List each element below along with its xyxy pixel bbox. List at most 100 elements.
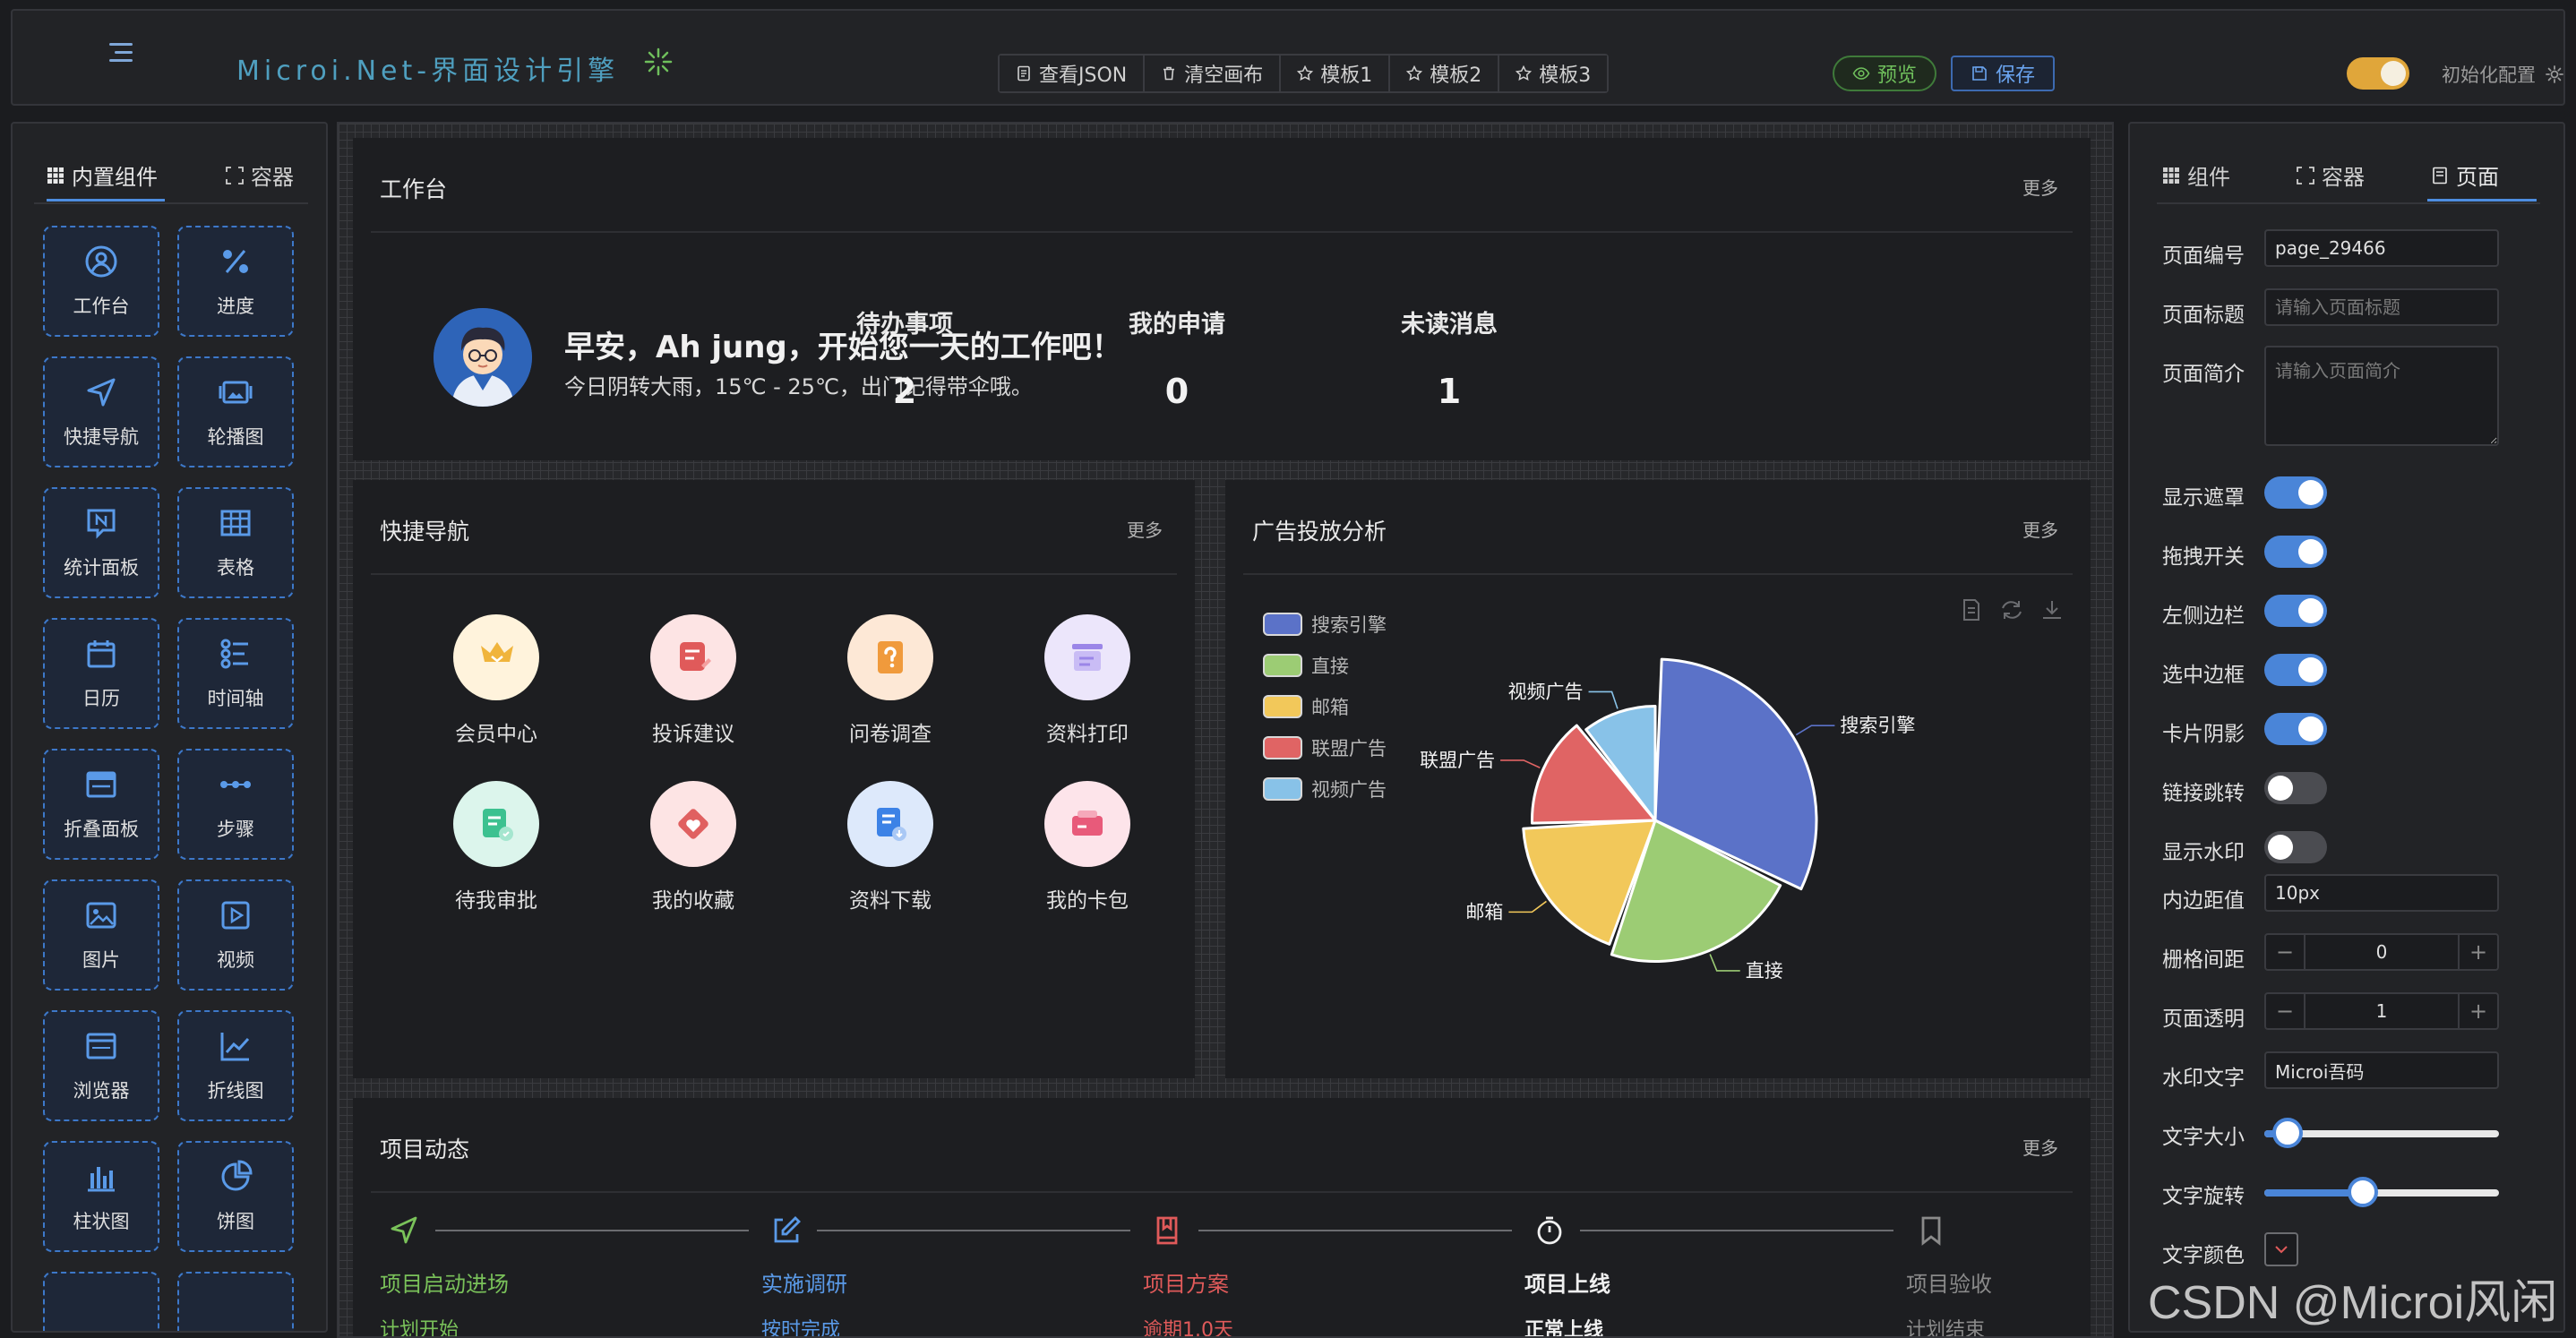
component-label: 表格 bbox=[217, 557, 254, 579]
ad-analysis-more-link[interactable]: 更多 bbox=[2022, 516, 2058, 542]
page-id-input[interactable] bbox=[2264, 229, 2499, 267]
component-table[interactable]: 表格 bbox=[177, 487, 294, 598]
ad-analysis-card[interactable]: 广告投放分析 更多 搜索引擎 直接 邮箱 联盟广告 视频广告 搜索引擎 直接 邮箱 联盟广告 视… bbox=[1225, 480, 2091, 1078]
component-calendar[interactable]: 日历 bbox=[43, 618, 159, 729]
project-step[interactable]: 项目启动进场 计划开始 bbox=[380, 1266, 509, 1338]
tab-container[interactable]: 容器 bbox=[2297, 159, 2365, 191]
template2-button[interactable]: 模板2 bbox=[1390, 56, 1500, 91]
increment-button[interactable]: + bbox=[2458, 935, 2497, 969]
quick-nav-more-link[interactable]: 更多 bbox=[1127, 516, 1163, 542]
grid-gap-value[interactable]: 0 bbox=[2306, 941, 2458, 963]
pie-chart[interactable]: 搜索引擎直接 邮箱 联盟广告 视频广告 bbox=[1225, 596, 2091, 1062]
component-line-chart[interactable]: 折线图 bbox=[177, 1010, 294, 1121]
padding-input[interactable] bbox=[2264, 874, 2499, 912]
quick-nav-card[interactable]: 快捷导航 更多 会员中心 投诉建议 问卷调查 资料打印 待我审批 我的收藏 资料下载 我的卡包 bbox=[353, 480, 1195, 1078]
theme-toggle[interactable] bbox=[2347, 57, 2409, 90]
component-steps[interactable]: 步骤 bbox=[177, 749, 294, 860]
project-step[interactable]: 项目上线 正常上线 bbox=[1524, 1266, 1610, 1338]
page-icon bbox=[2433, 167, 2447, 184]
component-browser[interactable]: 浏览器 bbox=[43, 1010, 159, 1121]
toggle-switch[interactable] bbox=[2264, 772, 2327, 804]
workbench-card[interactable]: 工作台 更多 早安，Ah jung，开始您一天的工作吧！ 今日阴转大雨，15℃ … bbox=[353, 138, 2091, 460]
slider-thumb[interactable] bbox=[2348, 1177, 2379, 1207]
component-image[interactable]: 图片 bbox=[43, 879, 159, 991]
stat-my-applications[interactable]: 我的申请 0 bbox=[1078, 304, 1275, 411]
component-video[interactable]: 视频 bbox=[177, 879, 294, 991]
template3-button[interactable]: 模板3 bbox=[1499, 56, 1608, 91]
component-collapse[interactable]: 折叠面板 bbox=[43, 749, 159, 860]
component-user-circle[interactable]: 工作台 bbox=[43, 226, 159, 337]
project-more-link[interactable]: 更多 bbox=[2022, 1134, 2058, 1160]
template3-label: 模板3 bbox=[1539, 64, 1592, 87]
tab-containers[interactable]: 容器 bbox=[226, 159, 294, 191]
tab-builtin-components[interactable]: 内置组件 bbox=[47, 159, 158, 191]
component-label: 时间轴 bbox=[207, 688, 264, 709]
font-size-slider[interactable] bbox=[2264, 1118, 2499, 1148]
stat-todo[interactable]: 待办事项 2 bbox=[806, 304, 1003, 411]
component-label: 折线图 bbox=[207, 1080, 264, 1102]
quick-nav-item[interactable]: 会员中心 bbox=[407, 614, 586, 747]
quick-nav-item[interactable]: 资料下载 bbox=[801, 781, 980, 913]
quick-nav-label: 投诉建议 bbox=[652, 723, 734, 746]
component-label: 统计面板 bbox=[64, 557, 139, 579]
tab-page[interactable]: 页面 bbox=[2431, 159, 2499, 191]
project-card[interactable]: 项目动态 更多 项目启动进场 计划开始 实施调研 按时完成 项目方案 逾期1.0天 项目上线… bbox=[353, 1098, 2091, 1338]
slider-thumb[interactable] bbox=[2272, 1118, 2304, 1148]
component-percent[interactable]: 进度 bbox=[177, 226, 294, 337]
rotate-slider[interactable] bbox=[2264, 1177, 2499, 1207]
toggle-switch[interactable] bbox=[2264, 831, 2327, 863]
quick-nav-item[interactable]: 资料打印 bbox=[998, 614, 1177, 747]
opacity-value[interactable]: 1 bbox=[2306, 1000, 2458, 1022]
design-canvas[interactable]: 工作台 更多 早安，Ah jung，开始您一天的工作吧！ 今日阴转大雨，15℃ … bbox=[337, 122, 2114, 1338]
page-desc-textarea[interactable] bbox=[2264, 346, 2499, 446]
component-partial[interactable] bbox=[177, 1272, 294, 1331]
component-label: 视频 bbox=[217, 949, 254, 971]
toggle-switch[interactable] bbox=[2264, 654, 2327, 686]
project-step[interactable]: 项目验收 计划结束 bbox=[1906, 1266, 1992, 1336]
project-step[interactable]: 实施调研 按时完成 bbox=[761, 1266, 847, 1336]
quick-nav-item[interactable]: 我的收藏 bbox=[604, 781, 783, 913]
stopwatch-icon bbox=[1533, 1214, 1566, 1250]
template1-button[interactable]: 模板1 bbox=[1281, 56, 1391, 91]
view-json-button[interactable]: 查看JSON bbox=[1000, 56, 1146, 91]
clear-canvas-button[interactable]: 清空画布 bbox=[1145, 56, 1282, 91]
project-step[interactable]: 项目方案 逾期1.0天 bbox=[1143, 1266, 1233, 1336]
quick-nav-item[interactable]: 待我审批 bbox=[407, 781, 586, 913]
step-subtitle: 正常上线 bbox=[1524, 1319, 1604, 1338]
toggle-switch[interactable] bbox=[2264, 476, 2327, 509]
slice-label: 直接 bbox=[1746, 960, 1783, 982]
preview-button[interactable]: 预览 bbox=[1833, 56, 1937, 91]
component-pie-chart[interactable]: 饼图 bbox=[177, 1141, 294, 1252]
toggle-switch[interactable] bbox=[2264, 713, 2327, 745]
menu-icon[interactable] bbox=[109, 43, 142, 70]
view-json-label: 查看JSON bbox=[1039, 64, 1128, 87]
component-timeline[interactable]: 时间轴 bbox=[177, 618, 294, 729]
component-partial[interactable] bbox=[43, 1272, 159, 1331]
step-connector bbox=[1580, 1230, 1893, 1231]
component-bar-chart[interactable]: 柱状图 bbox=[43, 1141, 159, 1252]
stat-unread-messages[interactable]: 未读消息 1 bbox=[1351, 304, 1548, 411]
quick-nav-item[interactable]: 问卷调查 bbox=[801, 614, 980, 747]
step-subtitle: 计划开始 bbox=[380, 1319, 459, 1338]
workbench-more-link[interactable]: 更多 bbox=[2022, 174, 2058, 200]
color-picker[interactable] bbox=[2264, 1232, 2298, 1266]
watermark-text-input[interactable] bbox=[2264, 1051, 2499, 1089]
toggle-switch[interactable] bbox=[2264, 536, 2327, 568]
increment-button[interactable]: + bbox=[2458, 994, 2497, 1028]
init-config-button[interactable]: 初始化配置 bbox=[2442, 61, 2564, 88]
step-title: 项目验收 bbox=[1906, 1272, 1992, 1297]
component-carousel[interactable]: 轮播图 bbox=[177, 356, 294, 467]
component-navigation[interactable]: 快捷导航 bbox=[43, 356, 159, 467]
book-icon bbox=[1152, 1214, 1184, 1250]
switch-label: 显示水印 bbox=[2162, 841, 2245, 864]
toggle-switch[interactable] bbox=[2264, 595, 2327, 627]
grid-icon bbox=[47, 167, 64, 184]
tab-component[interactable]: 组件 bbox=[2162, 159, 2230, 191]
decrement-button[interactable]: − bbox=[2266, 935, 2306, 969]
quick-nav-item[interactable]: 投诉建议 bbox=[604, 614, 783, 747]
decrement-button[interactable]: − bbox=[2266, 994, 2306, 1028]
save-button[interactable]: 保存 bbox=[1951, 56, 2056, 91]
quick-nav-item[interactable]: 我的卡包 bbox=[998, 781, 1177, 913]
page-title-input[interactable] bbox=[2264, 288, 2499, 326]
component-stats-panel[interactable]: 统计面板 bbox=[43, 487, 159, 598]
